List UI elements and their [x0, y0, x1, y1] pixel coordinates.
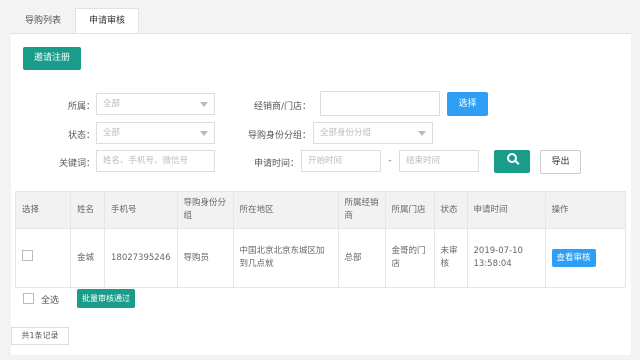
dealer-store-label: 经销商/门店：	[253, 102, 311, 112]
keyword-label: 关键词：	[58, 159, 95, 169]
col-store: 所属门店	[384, 191, 435, 229]
affiliation-select[interactable]: 全部	[96, 93, 215, 115]
select-all-label: 全选	[41, 296, 60, 306]
col-group: 导购身份分组	[176, 191, 234, 229]
review-table: 选择 姓名 手机号 导购身份分组 所在地区 所属经销商 所属门店 状态 申请时间…	[15, 191, 626, 288]
apply-time-label: 申请时间：	[253, 159, 299, 169]
tab-apply-review[interactable]: 申请审核	[75, 8, 140, 34]
group-select[interactable]: 全部身份分组	[313, 122, 433, 144]
col-apply-time: 申请时间	[466, 191, 546, 229]
table-row: 金城 18027395246 导购员 中国北京北京东城区加到几点就 总部 金哥的…	[15, 228, 626, 288]
status-value: 全部	[103, 128, 121, 138]
col-dealer: 所属经销商	[337, 191, 386, 229]
row-store: 金哥的门店	[384, 228, 435, 288]
group-label: 导购身份分组：	[247, 131, 311, 141]
row-status: 未审核	[433, 228, 468, 288]
row-phone: 18027395246	[104, 228, 178, 288]
chevron-down-icon	[200, 131, 208, 136]
col-action: 操作	[544, 191, 626, 229]
tab-guide-list[interactable]: 导购列表	[11, 8, 75, 34]
batch-approve-button[interactable]: 批量审核通过	[77, 289, 135, 308]
select-dealer-button[interactable]: 选择	[447, 92, 488, 116]
total-records: 共1条记录	[11, 327, 69, 345]
export-button[interactable]: 导出	[540, 150, 581, 174]
row-dealer: 总部	[337, 228, 386, 288]
invite-register-button[interactable]: 邀请注册	[23, 47, 81, 70]
row-apply-time: 2019-07-10 13:58:04	[466, 228, 546, 288]
row-select-cell	[15, 228, 71, 288]
col-region: 所在地区	[232, 191, 339, 229]
view-review-button[interactable]: 查看审核	[551, 249, 596, 267]
status-select[interactable]: 全部	[96, 122, 215, 144]
main-panel: 邀请注册 所属： 全部 经销商/门店： 选择 状态： 全部 导购身份分组： 全部…	[11, 33, 631, 355]
row-checkbox[interactable]	[22, 250, 33, 261]
table-header-row: 选择 姓名 手机号 导购身份分组 所在地区 所属经销商 所属门店 状态 申请时间…	[15, 191, 626, 229]
affiliation-value: 全部	[103, 99, 121, 109]
col-status: 状态	[433, 191, 468, 229]
chevron-down-icon	[200, 102, 208, 107]
col-select: 选择	[15, 191, 71, 229]
row-region: 中国北京北京东城区加到几点就	[232, 228, 339, 288]
row-group: 导购员	[176, 228, 234, 288]
row-action-cell: 查看审核	[544, 228, 626, 288]
col-name: 姓名	[70, 191, 105, 229]
chevron-down-icon	[418, 131, 426, 136]
dealer-store-input[interactable]	[320, 91, 440, 116]
end-time-input[interactable]: 结束时间	[399, 150, 479, 172]
group-value: 全部身份分组	[320, 128, 372, 138]
date-range-dash: -	[388, 156, 392, 166]
row-name: 金城	[70, 228, 105, 288]
affiliation-label: 所属：	[67, 102, 95, 112]
start-time-input[interactable]: 开始时间	[301, 150, 381, 172]
status-label: 状态：	[67, 131, 95, 141]
select-all-checkbox[interactable]	[23, 293, 34, 304]
search-button[interactable]	[494, 150, 530, 173]
search-icon	[507, 153, 517, 163]
col-phone: 手机号	[104, 191, 178, 229]
keyword-input[interactable]: 姓名、手机号、微信号	[96, 150, 215, 172]
tab-bar: 导购列表 申请审核	[11, 8, 140, 34]
